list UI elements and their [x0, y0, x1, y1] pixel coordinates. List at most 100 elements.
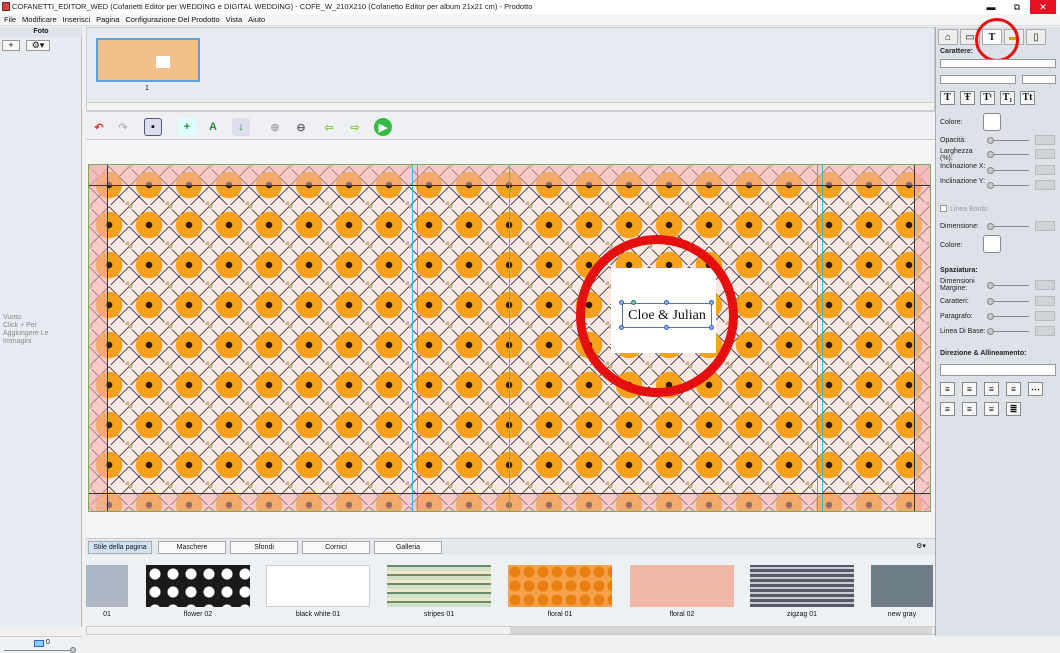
style-item[interactable]: 01 — [86, 565, 128, 618]
save-icon[interactable]: ▪ — [144, 118, 162, 136]
border-size-knob[interactable] — [987, 223, 994, 230]
tab-cornici[interactable]: Cornici — [302, 541, 370, 554]
char-spacing-knob[interactable] — [987, 298, 994, 305]
width-slider[interactable] — [991, 154, 1029, 155]
menu-bar: File Modificare Inserisci Pagina Configu… — [0, 14, 1060, 26]
album-cover-page[interactable] — [88, 164, 931, 512]
justify-right-icon[interactable]: ≡ — [984, 402, 999, 416]
style-item[interactable]: new gray — [871, 565, 933, 618]
width-value[interactable] — [1035, 149, 1055, 159]
font-btn-case[interactable]: Tt — [1020, 91, 1035, 105]
text-color-swatch[interactable] — [983, 113, 1001, 131]
paragraph-value[interactable] — [1035, 311, 1055, 321]
skew-y-knob[interactable] — [987, 182, 994, 189]
menu-aiuto[interactable]: Aiuto — [248, 14, 265, 26]
align-right-icon[interactable]: ≡ — [984, 382, 999, 396]
opacity-value[interactable] — [1035, 135, 1055, 145]
border-size-value[interactable] — [1035, 221, 1055, 231]
maximize-button[interactable]: ⧉ — [1004, 0, 1030, 14]
menu-inserisci[interactable]: Inserisci — [63, 14, 91, 26]
menu-modificare[interactable]: Modificare — [22, 14, 57, 26]
zoom-out-icon[interactable]: ⊖ — [292, 118, 310, 136]
zoom-slider-knob[interactable] — [70, 647, 76, 653]
tab-stile[interactable]: Stile della pagina — [88, 541, 152, 554]
font-btn-normal[interactable]: T — [940, 91, 955, 105]
minimize-button[interactable]: ▬ — [978, 0, 1004, 14]
skew-x-slider[interactable] — [991, 170, 1029, 171]
zoom-slider[interactable] — [4, 650, 76, 651]
app-icon — [2, 2, 10, 11]
direction-select[interactable] — [940, 364, 1056, 376]
photo-settings-button[interactable]: ⚙▾ — [26, 40, 50, 51]
font-btn-subscript[interactable]: T₁ — [1000, 91, 1015, 105]
margin-value[interactable] — [1035, 280, 1055, 290]
undo-icon[interactable]: ↶ — [90, 118, 108, 136]
tab-maschere[interactable]: Maschere — [158, 541, 226, 554]
tab-layout-icon[interactable]: ⌂ — [938, 29, 958, 45]
tab-sfondi[interactable]: Sfondi — [230, 541, 298, 554]
opacity-knob[interactable] — [987, 137, 994, 144]
paragraph-knob[interactable] — [987, 313, 994, 320]
skew-x-value[interactable] — [1035, 165, 1055, 175]
font-btn-strike[interactable]: Ŧ — [960, 91, 975, 105]
redo-icon[interactable]: ↷ — [114, 118, 132, 136]
tab-page-icon[interactable]: ▯ — [1026, 29, 1046, 45]
font-size-select[interactable] — [1022, 75, 1056, 84]
skew-x-knob[interactable] — [987, 167, 994, 174]
baseline-value[interactable] — [1035, 326, 1055, 336]
add-photo-button[interactable]: + — [2, 40, 20, 51]
menu-configurazione[interactable]: Configurazione Del Prodotto — [125, 14, 219, 26]
style-item[interactable]: stripes 01 — [387, 565, 491, 618]
pages-scrollbar[interactable] — [86, 102, 935, 111]
add-image-icon[interactable]: + — [178, 118, 196, 136]
char-spacing-value[interactable] — [1035, 296, 1055, 306]
baseline-knob[interactable] — [987, 328, 994, 335]
import-icon[interactable]: ↓ — [232, 118, 250, 136]
add-text-icon[interactable]: A — [204, 118, 222, 136]
align-center-icon[interactable]: ≡ — [962, 382, 977, 396]
play-icon[interactable]: ▶ — [374, 118, 392, 136]
style-item[interactable]: black white 01 — [266, 565, 370, 618]
justify-left-icon[interactable]: ≡ — [940, 402, 955, 416]
justify-all-icon[interactable]: ≣ — [1006, 402, 1021, 416]
opacity-slider[interactable] — [991, 140, 1029, 141]
border-checkbox[interactable] — [940, 205, 947, 212]
guide-line — [89, 493, 930, 494]
colore-bordo-label: Colore: — [940, 242, 963, 249]
close-button[interactable]: ✕ — [1030, 0, 1056, 14]
tab-galleria[interactable]: Galleria — [374, 541, 442, 554]
font-btn-superscript[interactable]: Tᵗ — [980, 91, 995, 105]
style-thumb — [146, 565, 250, 607]
align-more-icon[interactable]: ⋯ — [1028, 382, 1043, 396]
width-knob[interactable] — [987, 151, 994, 158]
style-item[interactable]: flower 02 — [146, 565, 250, 618]
align-left-icon[interactable]: ≡ — [940, 382, 955, 396]
align-dropdown-icon[interactable]: ≡ — [1006, 382, 1021, 396]
char-spacing-slider[interactable] — [991, 301, 1029, 302]
menu-pagina[interactable]: Pagina — [96, 14, 119, 26]
style-thumb — [508, 565, 612, 607]
font-family-select[interactable] — [940, 59, 1056, 68]
arrow-right-icon[interactable]: ⇨ — [346, 118, 364, 136]
paragraph-slider[interactable] — [991, 316, 1029, 317]
skew-y-slider[interactable] — [991, 185, 1029, 186]
zoom-in-icon[interactable]: ⊕ — [266, 118, 284, 136]
styles-scrollbar[interactable] — [86, 626, 935, 635]
page-thumbnail[interactable] — [96, 38, 200, 82]
border-size-slider[interactable] — [991, 226, 1029, 227]
baseline-slider[interactable] — [991, 331, 1029, 332]
menu-file[interactable]: File — [4, 14, 16, 26]
margin-knob[interactable] — [987, 282, 994, 289]
skew-y-value[interactable] — [1035, 180, 1055, 190]
scrollbar-thumb[interactable] — [510, 627, 932, 634]
menu-vista[interactable]: Vista — [226, 14, 243, 26]
border-color-swatch[interactable] — [983, 235, 1001, 253]
style-item[interactable]: floral 01 — [508, 565, 612, 618]
arrow-left-icon[interactable]: ⇦ — [320, 118, 338, 136]
style-item[interactable]: floral 02 — [630, 565, 734, 618]
margin-slider[interactable] — [991, 285, 1029, 286]
style-item[interactable]: zigzag 01 — [750, 565, 854, 618]
font-style-select[interactable] — [940, 75, 1016, 84]
justify-center-icon[interactable]: ≡ — [962, 402, 977, 416]
gear-icon[interactable]: ⚙▾ — [910, 541, 932, 554]
